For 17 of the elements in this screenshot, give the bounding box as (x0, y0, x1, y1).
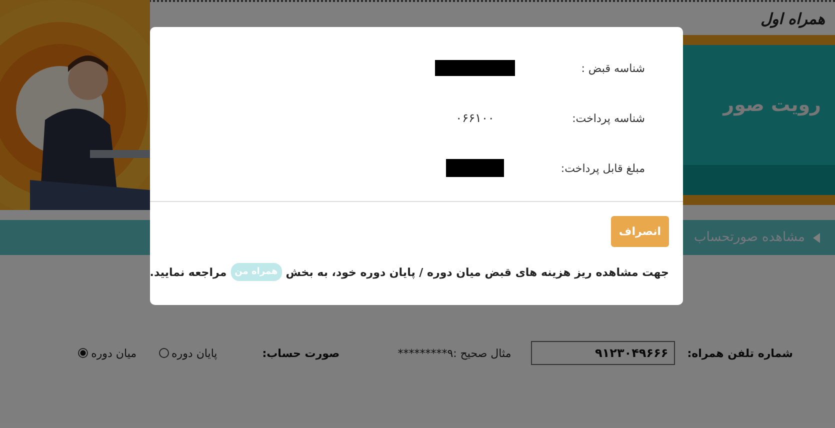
brand-logo[interactable]: همراه اول (760, 10, 825, 28)
radio-label[interactable]: پایان دوره (172, 346, 218, 360)
phone-label: شماره تلفن همراه: (687, 346, 793, 360)
field-label: مبلغ قابل پرداخت: (560, 162, 645, 174)
banner-title: رویت صور (723, 94, 821, 116)
phone-hint: مثال صحیح :۹********* (398, 346, 512, 360)
note-text: مراجعه نمایید. (150, 266, 227, 278)
field-value: ۰۶۶۱۰۰ (456, 111, 494, 125)
caret-icon (813, 232, 820, 242)
radio-button[interactable] (78, 348, 88, 358)
radio-button[interactable] (158, 348, 169, 358)
note-text: جهت مشاهده ریز هزینه های قبض میان دوره / پایان دوره خود، به بخش (286, 266, 669, 278)
field-label: شناسه قبض : (580, 62, 645, 74)
field-label: شناسه پرداخت: (571, 112, 645, 124)
bill-label: صورت حساب: (262, 346, 340, 360)
radio-label[interactable]: میان دوره (91, 346, 137, 360)
phone-input-field[interactable]: ۹۱۲۳۰۴۹۶۶۶ (531, 341, 676, 365)
